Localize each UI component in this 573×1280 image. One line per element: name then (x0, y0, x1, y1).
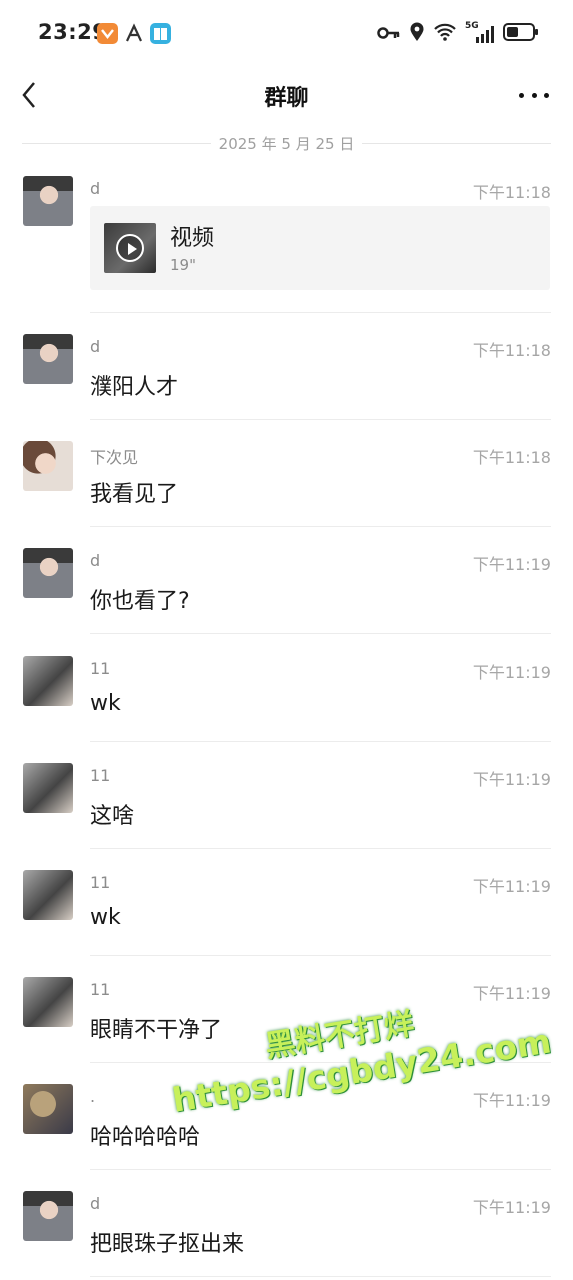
message-time: 下午11:18 (472, 183, 551, 202)
message-time: 下午11:19 (472, 1091, 551, 1110)
status-bar: 23:29 5G (0, 0, 573, 64)
message-time: 下午11:19 (472, 1198, 551, 1217)
message-time: 下午11:19 (472, 984, 551, 1003)
message-row[interactable]: 11 下午11:19 这啥 (0, 763, 573, 849)
sender-name: 11 (90, 873, 111, 892)
divider (90, 1276, 551, 1277)
message-text[interactable]: 哈哈哈哈哈 (90, 1119, 200, 1151)
wifi-icon (433, 23, 457, 45)
message-text[interactable]: 这啥 (90, 798, 134, 830)
message-text[interactable]: 你也看了? (90, 583, 190, 615)
message-row[interactable]: d 下午11:19 把眼珠子抠出来 (0, 1191, 573, 1277)
avatar[interactable] (23, 763, 73, 813)
sender-name: 11 (90, 766, 111, 785)
divider (90, 1169, 551, 1170)
divider (90, 741, 551, 742)
message-row[interactable]: d 下午11:18 濮阳人才 (0, 334, 573, 420)
message-time: 下午11:18 (472, 448, 551, 467)
message-row[interactable]: 11 下午11:19 wk (0, 870, 573, 956)
avatar[interactable] (23, 441, 73, 491)
more-dots-icon (519, 92, 524, 98)
sender-name: d (90, 551, 101, 570)
sender-name: d (90, 1194, 101, 1213)
message-time: 下午11:19 (472, 770, 551, 789)
chat-header: 群聊 (0, 64, 573, 126)
sender-name: . (90, 1087, 96, 1106)
sender-name: d (90, 179, 101, 198)
chat-title: 群聊 (264, 86, 309, 111)
divider (90, 1062, 551, 1063)
message-row[interactable]: 11 下午11:19 wk (0, 656, 573, 742)
divider (90, 419, 551, 420)
message-text[interactable]: 把眼珠子抠出来 (90, 1226, 244, 1258)
avatar[interactable] (23, 1191, 73, 1241)
message-row[interactable]: 下次见 下午11:18 我看见了 (0, 441, 573, 527)
message-time: 下午11:19 (472, 877, 551, 896)
orange-app-icon (97, 23, 118, 44)
play-icon (116, 234, 144, 262)
message-text[interactable]: 濮阳人才 (90, 369, 178, 401)
book-app-icon (150, 23, 171, 44)
message-text[interactable]: wk (90, 691, 121, 716)
signal-icon: 5G (465, 21, 495, 44)
message-time: 下午11:19 (472, 555, 551, 574)
message-text[interactable]: 我看见了 (90, 476, 178, 508)
divider (90, 312, 551, 313)
video-title: 视频 (170, 226, 215, 251)
message-text[interactable]: 眼睛不干净了 (90, 1012, 222, 1044)
more-button[interactable] (519, 88, 549, 102)
date-divider: 2025 年 5 月 25 日 (22, 130, 551, 156)
message-text[interactable]: wk (90, 905, 121, 930)
sender-name: d (90, 337, 101, 356)
avatar[interactable] (23, 548, 73, 598)
message-time: 下午11:19 (472, 663, 551, 682)
avatar[interactable] (23, 870, 73, 920)
divider (90, 848, 551, 849)
avatar[interactable] (23, 1084, 73, 1134)
video-message-card[interactable]: 视频 19" (90, 206, 550, 290)
date-label: 2025 年 5 月 25 日 (218, 134, 355, 153)
message-row[interactable]: 11 下午11:19 眼睛不干净了 (0, 977, 573, 1063)
message-time: 下午11:18 (472, 341, 551, 360)
divider (90, 633, 551, 634)
battery-icon (503, 23, 539, 45)
avatar[interactable] (23, 977, 73, 1027)
message-row[interactable]: . 下午11:19 哈哈哈哈哈 (0, 1084, 573, 1170)
avatar[interactable] (23, 656, 73, 706)
message-row[interactable]: d 下午11:19 你也看了? (0, 548, 573, 634)
video-duration: 19" (170, 256, 196, 274)
divider (90, 526, 551, 527)
video-thumbnail (104, 223, 156, 273)
avatar[interactable] (23, 176, 73, 226)
message-row[interactable]: d 下午11:18 视频 19" (0, 176, 573, 313)
location-icon (409, 22, 425, 46)
key-icon (377, 25, 401, 44)
divider (90, 955, 551, 956)
sender-name: 11 (90, 659, 111, 678)
avatar[interactable] (23, 334, 73, 384)
font-app-icon (124, 23, 145, 44)
sender-name: 11 (90, 980, 111, 999)
sender-name: 下次见 (90, 448, 139, 467)
